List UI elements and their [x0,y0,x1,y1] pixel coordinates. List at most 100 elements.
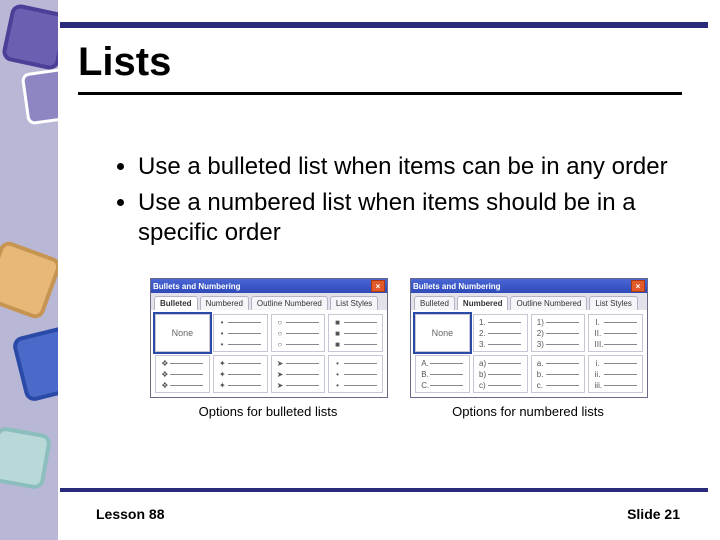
dialog-title: Bullets and Numbering [413,282,501,291]
slide: Lists Use a bulleted list when items can… [0,0,720,540]
figure-caption: Options for numbered lists [410,404,646,419]
marker-icon: ■ [335,318,341,327]
style-preview: ■■■ [335,316,377,351]
marker-icon: 2) [537,329,543,338]
tab-outline-numbered[interactable]: Outline Numbered [251,296,328,310]
preview-line [344,363,377,364]
preview-line [488,322,521,323]
decor-block [0,239,58,321]
preview-line [286,374,319,375]
marker-icon: 1. [479,318,485,327]
style-option[interactable]: ○○○ [271,314,326,352]
style-option[interactable]: 1.2.3. [473,314,528,352]
preview-line [546,385,579,386]
preview-line [546,363,579,364]
marker-icon: ❖ [161,381,167,390]
marker-icon: • [219,340,225,349]
marker-icon: ii. [595,370,601,379]
style-option[interactable]: ✦✦✦ [213,355,268,393]
marker-icon: ➤ [277,370,283,379]
none-label: None [172,328,194,338]
style-preview: 1)2)3) [537,316,579,351]
close-icon[interactable]: × [631,280,645,292]
preview-line [228,322,261,323]
marker-icon: c) [479,381,485,390]
tab-bulleted[interactable]: Bulleted [154,296,198,310]
top-rule [60,22,708,28]
preview-line [286,322,319,323]
marker-icon: ○ [277,329,283,338]
tab-outline-numbered[interactable]: Outline Numbered [510,296,587,310]
preview-line [344,344,377,345]
preview-line [488,385,521,386]
style-option[interactable]: ■■■ [328,314,383,352]
style-preview: A.B.C. [421,357,463,392]
style-option[interactable]: 1)2)3) [531,314,586,352]
style-preview: a.b.c. [537,357,579,392]
preview-line [546,333,579,334]
style-option[interactable]: A.B.C. [415,355,470,393]
style-preview: ✦✦✦ [219,357,261,392]
style-option[interactable]: a.b.c. [531,355,586,393]
preview-line [228,374,261,375]
tab-bulleted[interactable]: Bulleted [414,296,455,310]
preview-line [344,333,377,334]
preview-line [546,374,579,375]
style-option[interactable]: ➤➤➤ [271,355,326,393]
style-option-none[interactable]: None [415,314,470,352]
number-style-grid: None1.2.3.1)2)3)I.II.III.A.B.C.a)b)c)a.b… [411,310,647,397]
preview-line [430,363,463,364]
preview-line [344,374,377,375]
title-underline [78,92,682,95]
bullet-list: Use a bulleted list when items can be in… [98,152,680,254]
marker-icon: ■ [335,329,341,338]
style-preview: ❖❖❖ [161,357,203,392]
preview-line [170,363,203,364]
style-option-none[interactable]: None [155,314,210,352]
preview-line [488,363,521,364]
marker-icon: 3. [479,340,485,349]
tab-numbered[interactable]: Numbered [200,296,249,310]
tab-list-styles[interactable]: List Styles [330,296,378,310]
preview-line [488,344,521,345]
style-option[interactable]: i.ii.iii. [588,355,643,393]
marker-icon: ✦ [219,381,225,390]
style-option[interactable]: ••• [213,314,268,352]
preview-line [604,344,637,345]
style-preview: ••• [219,316,261,351]
preview-line [286,363,319,364]
tab-list-styles[interactable]: List Styles [589,296,637,310]
preview-line [546,344,579,345]
marker-icon: ❖ [161,359,167,368]
list-item: Use a numbered list when items should be… [138,188,680,248]
marker-icon: II. [595,329,601,338]
decor-block [0,426,52,491]
marker-icon: • [335,370,341,379]
preview-line [604,374,637,375]
preview-line [286,385,319,386]
style-option[interactable]: I.II.III. [588,314,643,352]
marker-icon: • [219,329,225,338]
marker-icon: A. [421,359,427,368]
preview-line [604,363,637,364]
style-preview: ••• [335,357,377,392]
marker-icon: III. [595,340,601,349]
dialog-titlebar: Bullets and Numbering × [411,279,647,293]
figure-bulleted: Bullets and Numbering × Bulleted Numbere… [150,278,386,419]
none-label: None [432,328,454,338]
tab-numbered[interactable]: Numbered [457,296,509,310]
decorative-left-band [0,0,58,540]
style-option[interactable]: ••• [328,355,383,393]
preview-line [344,385,377,386]
marker-icon: C. [421,381,427,390]
figures-row: Bullets and Numbering × Bulleted Numbere… [150,278,650,419]
marker-icon: 3) [537,340,543,349]
marker-icon: ○ [277,318,283,327]
preview-line [488,333,521,334]
preview-line [170,374,203,375]
style-option[interactable]: a)b)c) [473,355,528,393]
close-icon[interactable]: × [371,280,385,292]
style-option[interactable]: ❖❖❖ [155,355,210,393]
slide-footer: Lesson 88 Slide 21 [96,506,680,522]
bottom-rule [60,488,708,492]
